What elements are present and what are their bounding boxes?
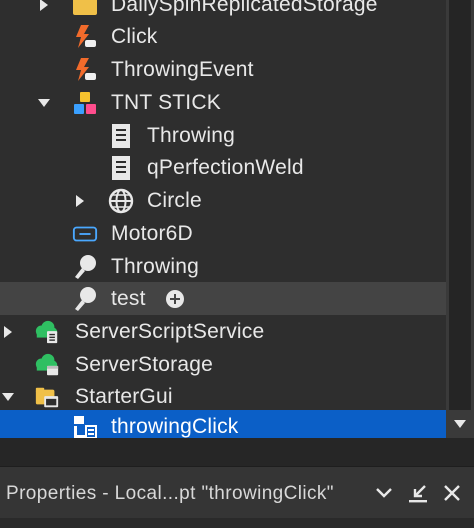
- tree-item-tnt-stick[interactable]: TNT STICK: [0, 86, 446, 119]
- tree-item-motor6d[interactable]: Motor6D: [0, 217, 446, 250]
- expand-arrow-icon[interactable]: [0, 324, 16, 340]
- expand-arrow-icon[interactable]: [36, 0, 52, 13]
- tree-item-label: Click: [111, 24, 158, 48]
- globe-icon: [108, 188, 134, 214]
- tree-item-label: Throwing: [147, 123, 235, 147]
- tree-item-label: Motor6D: [111, 221, 193, 245]
- remote-event-icon: [72, 57, 98, 83]
- tree-item-throwing-script[interactable]: Throwing: [0, 119, 446, 152]
- properties-title: Properties - Local...pt "throwingClick": [6, 483, 334, 504]
- tree-item-label: StarterGui: [75, 384, 173, 408]
- collapse-arrow-icon[interactable]: [36, 95, 52, 111]
- tree-item-label: ThrowingEvent: [111, 57, 254, 81]
- script-icon: [108, 123, 134, 149]
- server-script-service-icon: [34, 319, 60, 345]
- properties-header: Properties - Local...pt "throwingClick": [0, 466, 474, 519]
- tree-item-throwing-event[interactable]: ThrowingEvent: [0, 53, 446, 86]
- tree-item-label: DailySpinReplicatedStorage: [111, 0, 378, 16]
- tree-item-throwing-animation[interactable]: Throwing: [0, 250, 446, 283]
- starter-gui-icon: [34, 384, 60, 410]
- tree-item-throwing-click[interactable]: throwingClick: [0, 410, 446, 438]
- panel-divider[interactable]: [0, 438, 474, 466]
- remote-event-icon: [72, 24, 98, 50]
- tree-item-label: throwingClick: [111, 414, 239, 438]
- tool-icon: [72, 90, 98, 116]
- tree-item-test[interactable]: test: [0, 282, 446, 315]
- tree-item-dailyspin-replicated-storage[interactable]: DailySpinReplicatedStorage: [0, 0, 446, 21]
- tree-item-label: Circle: [147, 188, 202, 212]
- tree-item-click[interactable]: Click: [0, 20, 446, 53]
- close-icon[interactable]: [440, 481, 464, 505]
- chevron-down-icon[interactable]: [372, 481, 396, 505]
- tree-item-label: ServerStorage: [75, 352, 214, 376]
- scroll-down-arrow-icon[interactable]: [446, 412, 474, 436]
- tree-item-label: test: [111, 286, 146, 310]
- tree-item-label: qPerfectionWeld: [147, 155, 304, 179]
- expand-arrow-icon[interactable]: [72, 193, 88, 209]
- tree-item-qperfectionweld[interactable]: qPerfectionWeld: [0, 151, 446, 184]
- animation-icon: [72, 254, 98, 280]
- tree-item-label: ServerScriptService: [75, 319, 265, 343]
- server-storage-icon: [34, 352, 60, 378]
- animation-icon: [72, 286, 98, 312]
- tree-item-starter-gui[interactable]: StarterGui: [0, 380, 446, 413]
- scrollbar-thumb[interactable]: [449, 0, 471, 410]
- properties-body: [0, 518, 474, 528]
- tree-item-label: Throwing: [111, 254, 199, 278]
- add-object-button[interactable]: [165, 289, 185, 309]
- explorer-scrollbar[interactable]: [446, 0, 474, 438]
- screen-gui-icon: [72, 414, 98, 438]
- tree-item-label: TNT STICK: [111, 90, 221, 114]
- folder-icon: [72, 0, 98, 18]
- explorer-panel: DailySpinReplicatedStorage Click Throwin…: [0, 0, 474, 438]
- script-icon: [108, 155, 134, 181]
- tree-item-circle[interactable]: Circle: [0, 184, 446, 217]
- tree-item-server-storage[interactable]: ServerStorage: [0, 348, 446, 381]
- undock-icon[interactable]: [406, 481, 430, 505]
- tree-item-server-script-service[interactable]: ServerScriptService: [0, 315, 446, 348]
- collapse-arrow-icon[interactable]: [0, 389, 16, 405]
- motor6d-icon: [72, 221, 98, 247]
